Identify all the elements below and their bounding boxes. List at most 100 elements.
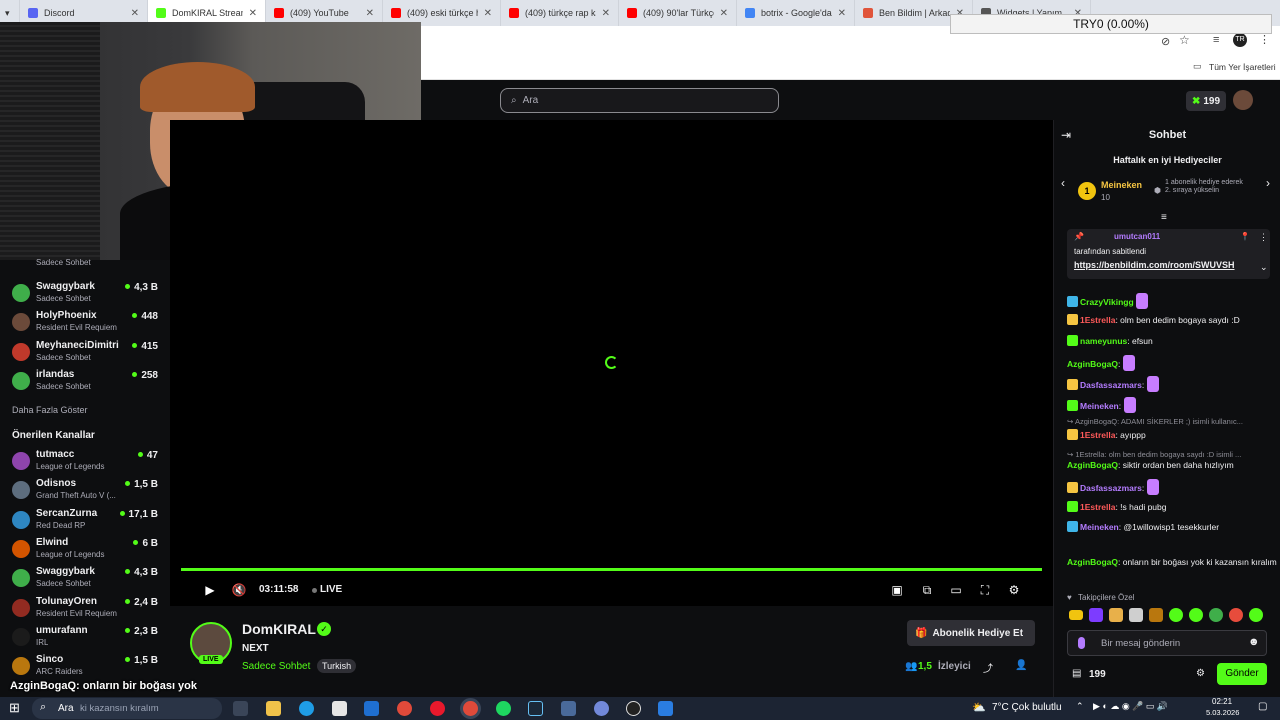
chat-username[interactable]: Meineken: [1080, 522, 1119, 532]
app-icon[interactable]: [561, 701, 576, 716]
emote-item[interactable]: [1109, 608, 1123, 622]
chat-username[interactable]: 1Estrella: [1080, 315, 1115, 325]
sidebar-channel[interactable]: tutmacc League of Legends 47: [12, 449, 162, 477]
sidebar-channel[interactable]: MeyhaneciDimitri Sadece Sohbet 415: [12, 340, 162, 368]
mic-icon[interactable]: [1078, 637, 1085, 649]
browser-tab[interactable]: (409) 90'lar Türkçe Po✕: [619, 0, 737, 26]
tray-icons[interactable]: ▶ ◐ ☁ ◉ 🎤 ▭ 🔊: [1093, 701, 1168, 712]
chat-username[interactable]: 1Estrella: [1080, 430, 1115, 440]
app2-icon[interactable]: [658, 701, 673, 716]
wallet-icon[interactable]: ▤: [1072, 668, 1081, 679]
gift-subscription-button[interactable]: 🎁 Abonelik Hediye Et: [907, 620, 1035, 646]
streamer-name[interactable]: DomKIRAL: [242, 621, 316, 637]
notification-icon[interactable]: ▢: [1258, 701, 1267, 712]
emote-item[interactable]: [1089, 608, 1103, 622]
sidebar-channel[interactable]: Elwind League of Legends 6 B: [12, 537, 162, 565]
sidebar-channel[interactable]: SercanZurna Red Dead RP 17,1 B: [12, 508, 162, 536]
emote-item[interactable]: [1209, 608, 1223, 622]
pinned-by-user[interactable]: umutcan011: [1114, 232, 1160, 241]
tab-close-icon[interactable]: ✕: [243, 8, 257, 19]
chat-username[interactable]: Dasfassazmars: [1080, 483, 1142, 493]
video-player[interactable]: [170, 120, 1053, 606]
tab-close-icon[interactable]: ✕: [360, 8, 374, 19]
mail-icon[interactable]: [364, 701, 379, 716]
theater-icon[interactable]: ▭: [948, 582, 964, 598]
chat-username[interactable]: Meineken: [1080, 401, 1119, 411]
chat-reply-reference[interactable]: ↪ AzginBogaQ: ADAMI SİKERLER ;) isimli k…: [1067, 417, 1279, 426]
sidebar-channel[interactable]: TolunayOren Resident Evil Requiem 2,4 B: [12, 596, 162, 624]
browser-tab[interactable]: botrix - Google'da Ar✕: [737, 0, 855, 26]
prev-arrow-icon[interactable]: ‹: [1061, 176, 1065, 190]
steam-icon[interactable]: [528, 701, 543, 716]
category-link[interactable]: Sadece Sohbet: [242, 661, 310, 672]
clock-date[interactable]: 5.03.2026: [1206, 708, 1239, 717]
chat-settings-icon[interactable]: ⚙: [1196, 668, 1205, 679]
chat-username[interactable]: AzginBogaQ: [1067, 359, 1118, 369]
emote-item[interactable]: [1189, 608, 1203, 622]
weather-text[interactable]: 7°C Çok bulutlu: [992, 702, 1062, 713]
top-gifter-name[interactable]: Meineken: [1101, 180, 1142, 190]
sidebar-channel[interactable]: Swaggybark Sadece Sohbet 4,3 B: [12, 281, 162, 309]
sidebar-channel[interactable]: umurafann IRL 2,3 B: [12, 625, 162, 653]
emote-item[interactable]: [1069, 610, 1083, 620]
chat-input[interactable]: Bir mesaj gönderin ☻: [1067, 630, 1267, 656]
pinned-link[interactable]: https://benbildim.com/room/SWUVSH: [1074, 260, 1235, 270]
emote-item[interactable]: [1149, 608, 1163, 622]
chat-username[interactable]: nameyunus: [1080, 336, 1127, 346]
opera-icon[interactable]: [430, 701, 445, 716]
filter-icon[interactable]: ≡: [1161, 212, 1167, 223]
tab-close-icon[interactable]: ✕: [596, 8, 610, 19]
obs-icon[interactable]: [626, 701, 641, 716]
browser-tab[interactable]: (409) türkçe rap karış✕: [501, 0, 619, 26]
chat-username[interactable]: Dasfassazmars: [1080, 380, 1142, 390]
shield-icon[interactable]: ⊘: [1161, 35, 1170, 48]
sidebar-channel[interactable]: Swaggybark Sadece Sohbet 4,3 B: [12, 566, 162, 594]
menu-icon[interactable]: ≡: [1213, 34, 1219, 46]
follow-icon[interactable]: 👤: [1015, 660, 1027, 671]
show-more-link[interactable]: Daha Fazla Göster: [12, 405, 88, 415]
profile-avatar[interactable]: TR: [1233, 33, 1247, 47]
more-icon[interactable]: ⋮: [1259, 33, 1270, 46]
chat-reply-reference[interactable]: ↪ 1Estrella: olm ben dedim bogaya saydı …: [1067, 450, 1279, 459]
next-arrow-icon[interactable]: ›: [1266, 176, 1270, 190]
chrome-icon[interactable]: [397, 701, 412, 716]
tray-chevron-icon[interactable]: ⌃: [1076, 701, 1084, 712]
tab-close-icon[interactable]: ✕: [478, 8, 492, 19]
unpin-icon[interactable]: 📍: [1240, 232, 1250, 241]
clock-time[interactable]: 02:21: [1212, 697, 1232, 706]
more-icon[interactable]: ⋮: [1259, 232, 1268, 243]
store-icon[interactable]: [332, 701, 347, 716]
send-button[interactable]: Gönder: [1217, 663, 1267, 685]
star-icon[interactable]: ☆: [1179, 33, 1190, 47]
tab-close-icon[interactable]: ✕: [125, 8, 139, 19]
edge-icon[interactable]: [299, 701, 314, 716]
play-icon[interactable]: ▶: [202, 582, 218, 598]
discord-icon[interactable]: [594, 701, 609, 716]
settings-icon[interactable]: ⚙: [1006, 582, 1022, 598]
tab-close-icon[interactable]: ✕: [832, 8, 846, 19]
sidebar-channel[interactable]: HolyPhoenix Resident Evil Requiem 448: [12, 310, 162, 338]
language-tag[interactable]: Turkish: [317, 659, 357, 673]
emote-item[interactable]: [1229, 608, 1243, 622]
mini-player-icon[interactable]: ▣: [889, 582, 905, 598]
file-explorer-icon[interactable]: [266, 701, 281, 716]
fullscreen-icon[interactable]: ⛶: [977, 582, 993, 598]
tab-close-icon[interactable]: ✕: [714, 8, 728, 19]
all-bookmarks[interactable]: Tüm Yer İşaretleri: [1209, 62, 1276, 72]
chat-username[interactable]: 1Estrella: [1080, 502, 1115, 512]
sidebar-channel[interactable]: Sinco ARC Raiders 1,5 B: [12, 654, 162, 682]
share-icon[interactable]: ⤴: [983, 660, 993, 675]
progress-bar[interactable]: [181, 568, 1042, 571]
chrome-active-icon[interactable]: [463, 701, 478, 716]
credits-button[interactable]: ✖ 199: [1186, 91, 1226, 111]
chat-username[interactable]: AzginBogaQ: [1067, 557, 1118, 567]
chat-username[interactable]: CrazyVikingg: [1080, 297, 1134, 307]
clip-icon[interactable]: ⧉: [919, 582, 935, 598]
search-input[interactable]: ⌕ Ara: [500, 88, 779, 113]
spotify-icon[interactable]: [496, 701, 511, 716]
task-view-icon[interactable]: [233, 701, 248, 716]
emote-item[interactable]: [1129, 608, 1143, 622]
user-avatar[interactable]: [1233, 90, 1253, 110]
emoji-icon[interactable]: ☻: [1248, 636, 1260, 648]
chat-username[interactable]: AzginBogaQ: [1067, 460, 1118, 470]
